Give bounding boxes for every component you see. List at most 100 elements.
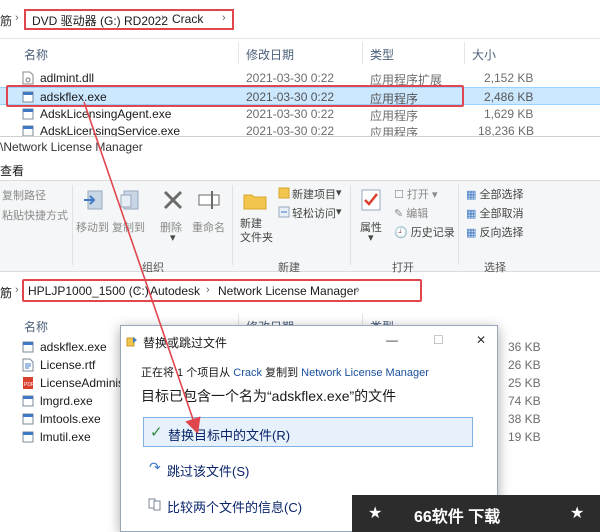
dialog-progress-text: 正在将 1 个项目从 Crack 复制到 Network License Man… — [141, 367, 429, 379]
breadcrumb-separator: › — [222, 12, 226, 24]
copy-to-button[interactable]: 复制到 — [112, 219, 145, 235]
new-folder-icon — [243, 194, 267, 210]
file-name: lmtools.exe — [40, 412, 101, 426]
close-icon[interactable]: ✕ — [476, 333, 486, 347]
replace-file-option[interactable]: ✓ 替换目标中的文件(R) — [143, 417, 473, 447]
new-folder-button[interactable]: 新建 文件夹 — [240, 217, 273, 245]
history-button[interactable]: 🕘 历史记录 — [394, 224, 455, 240]
file-row[interactable]: AdskLicensingAgent.exe 2021-03-30 0:22 应… — [0, 105, 600, 123]
pdf-file-icon: PDF — [23, 377, 34, 389]
address-edge-text: 筋 — [0, 14, 13, 28]
file-date: 2021-03-30 0:22 — [246, 124, 335, 136]
col-name[interactable]: 名称 — [24, 46, 48, 63]
copy-files-icon — [126, 337, 137, 347]
file-size: 18,236 KB — [478, 124, 535, 136]
watermark-text: 66软件 下载 — [414, 509, 501, 526]
exe-file-icon — [22, 431, 34, 443]
file-size: 1,629 KB — [484, 107, 534, 121]
skip-arrow-icon: ↷ — [149, 459, 161, 475]
ribbon-tabs: 查看 — [0, 158, 600, 180]
move-to-button[interactable]: 移动到 — [76, 219, 109, 235]
check-icon: ✓ — [150, 424, 163, 441]
skip-file-option[interactable]: ↷ 跳过该文件(S) — [143, 454, 473, 484]
address-highlight-box — [22, 279, 422, 302]
watermark-banner: ★ 66软件 下载 ★ — [352, 495, 600, 532]
file-size: 36 KB — [508, 340, 541, 354]
file-name: License.rtf — [40, 358, 96, 372]
properties-icon — [361, 189, 381, 211]
delete-icon — [163, 190, 183, 210]
group-label-open: 打开 — [392, 262, 414, 274]
move-to-icon — [84, 190, 103, 210]
easy-access-icon — [278, 206, 290, 218]
breadcrumb-dvd-drive[interactable]: DVD 驱动器 (G:) RD2022 — [32, 12, 168, 29]
file-date: 2021-03-30 0:22 — [246, 107, 335, 121]
new-item-button[interactable]: 新建项目 — [292, 186, 336, 202]
ribbon: 复制路径 粘贴快捷方式 移动到 复制到 删除 ▾ 重命名 组织 新建 文件夹 新… — [0, 180, 600, 274]
rename-button[interactable]: 重命名 — [192, 219, 225, 235]
destination-folder-link[interactable]: Network License Manager — [301, 367, 429, 379]
breadcrumb-crack[interactable]: Crack — [172, 12, 203, 26]
invert-selection-button[interactable]: ▦ 反向选择 — [466, 224, 523, 240]
file-size: 26 KB — [508, 358, 541, 372]
file-size: 2,486 KB — [484, 90, 534, 104]
rename-icon — [198, 191, 220, 209]
svg-text:PDF: PDF — [24, 382, 34, 388]
maximize-icon[interactable]: ☐ — [433, 333, 444, 347]
dialog-title-bar: 替换或跳过文件 — ☐ ✕ — [121, 326, 497, 356]
copy-to-icon — [120, 190, 139, 210]
source-folder-link[interactable]: Crack — [233, 367, 262, 379]
address-edge-text: 筋 — [0, 286, 13, 300]
file-name: lmgrd.exe — [40, 394, 93, 408]
file-row[interactable]: AdskLicensingService.exe 2021-03-30 0:22… — [0, 122, 600, 136]
exe-file-icon — [22, 125, 34, 136]
tab-view[interactable]: 查看 — [0, 162, 24, 179]
window-title-bar: \Network License Manager — [0, 136, 600, 159]
exe-file-icon — [22, 108, 34, 120]
edit-button[interactable]: ✎ 编辑 — [394, 205, 428, 221]
file-size: 19 KB — [508, 430, 541, 444]
exe-file-icon — [22, 341, 34, 353]
paste-shortcut-button[interactable]: 粘贴快捷方式 — [2, 207, 68, 223]
file-name: LicenseAdministrator — [40, 376, 120, 390]
file-name: adlmint.dll — [40, 71, 95, 85]
selected-file-highlight-box — [6, 85, 464, 107]
col-name[interactable]: 名称 — [24, 318, 48, 335]
new-item-icon — [278, 187, 290, 199]
dialog-title: 替换或跳过文件 — [143, 336, 228, 350]
group-label-select: 选择 — [484, 262, 506, 274]
top-column-header: 名称 修改日期 类型 大小 — [0, 42, 600, 64]
file-name: adskflex.exe — [40, 340, 107, 354]
compare-files-icon — [148, 498, 161, 511]
breadcrumb-separator: › — [15, 12, 19, 24]
breadcrumb-separator: › — [161, 12, 165, 24]
col-size[interactable]: 大小 — [472, 46, 496, 63]
select-none-button[interactable]: ▦ 全部取消 — [466, 205, 523, 221]
select-all-button[interactable]: ▦ 全部选择 — [466, 186, 523, 202]
file-date: 2021-03-30 0:22 — [246, 71, 335, 85]
rtf-file-icon — [22, 358, 34, 372]
copy-path-button[interactable]: 复制路径 — [2, 187, 46, 203]
breadcrumb-separator: › — [15, 284, 19, 296]
window-title: \Network License Manager — [0, 140, 143, 154]
chevron-down-icon[interactable]: ▾ — [336, 186, 342, 199]
dialog-conflict-message: 目标已包含一个名为“adskflex.exe”的文件 — [141, 388, 397, 404]
col-date[interactable]: 修改日期 — [246, 46, 294, 63]
chevron-down-icon[interactable]: ▾ — [336, 205, 342, 218]
open-button[interactable]: ☐ 打开 ▾ — [394, 186, 438, 202]
exe-file-icon — [22, 413, 34, 425]
group-label-organize: 组织 — [142, 262, 164, 274]
star-icon: ★ — [570, 505, 585, 522]
group-label-new: 新建 — [278, 262, 300, 274]
file-size: 25 KB — [508, 376, 541, 390]
chevron-down-icon[interactable]: ▾ — [170, 231, 176, 244]
dll-file-icon — [22, 71, 34, 85]
file-size: 38 KB — [508, 412, 541, 426]
minimize-icon[interactable]: — — [386, 333, 398, 347]
file-size: 74 KB — [508, 394, 541, 408]
chevron-down-icon[interactable]: ▾ — [368, 231, 374, 244]
col-type[interactable]: 类型 — [370, 46, 394, 63]
file-name: lmutil.exe — [40, 430, 91, 444]
easy-access-button[interactable]: 轻松访问 — [292, 205, 336, 221]
exe-file-icon — [22, 395, 34, 407]
